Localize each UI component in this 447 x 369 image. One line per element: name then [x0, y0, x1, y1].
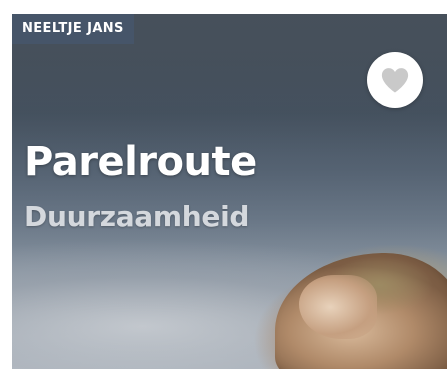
location-tag: NEELTJE JANS	[12, 14, 134, 44]
favorite-button[interactable]	[367, 52, 423, 108]
heart-icon	[381, 68, 409, 93]
route-card[interactable]: NEELTJE JANS Parelroute Duurzaamheid	[12, 14, 447, 369]
card-title: Parelroute	[24, 139, 257, 185]
card-subtitle: Duurzaamheid	[24, 200, 250, 233]
